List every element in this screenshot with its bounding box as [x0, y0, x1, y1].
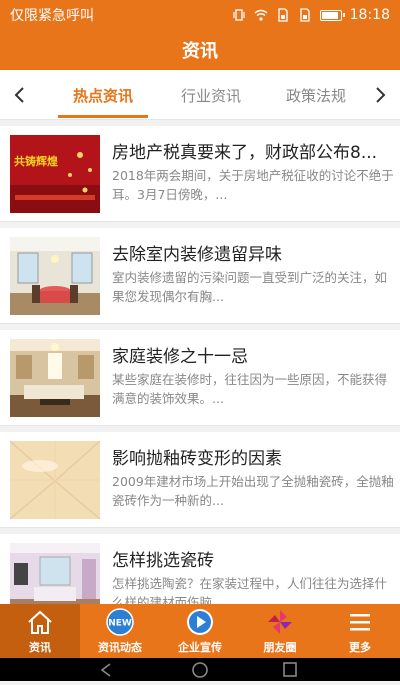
nav-moments[interactable]: 朋友圈 — [240, 604, 320, 658]
nav-news-updates[interactable]: NEW 资讯动态 — [80, 604, 160, 658]
new-badge-text: NEW — [108, 619, 132, 629]
news-thumbnail — [10, 339, 100, 417]
status-bar: 仅限紧急呼叫 18:18 — [0, 0, 400, 30]
battery-icon — [319, 9, 345, 21]
tab-scroll-right-button[interactable] — [360, 70, 400, 120]
news-summary: 某些家庭在装修时，往往因为一些原因，不能获得满意的装饰效果。... — [112, 372, 388, 406]
recents-icon[interactable] — [283, 662, 297, 677]
pinwheel-icon — [268, 610, 292, 634]
nav-label: 朋友圈 — [263, 641, 297, 654]
nav-more[interactable]: 更多 — [320, 604, 400, 658]
news-thumbnail: 共铸辉煌 — [10, 135, 100, 213]
news-title: 影响抛釉砖变形的因素 — [112, 449, 282, 469]
category-tabs: 热点资讯 行业资讯 政策法规 — [0, 70, 400, 120]
back-icon[interactable] — [100, 663, 111, 677]
news-title: 怎样挑选瓷砖 — [112, 551, 214, 571]
new-badge-icon: NEW — [106, 608, 134, 636]
system-nav-bar — [0, 658, 400, 681]
nav-label: 企业宣传 — [178, 641, 222, 654]
menu-icon — [350, 614, 370, 631]
vibrate-icon — [233, 9, 245, 21]
tab-policy[interactable]: 政策法规 — [274, 70, 358, 120]
nav-label: 资讯 — [29, 641, 51, 654]
nav-label: 更多 — [349, 641, 371, 654]
news-thumbnail — [10, 441, 100, 519]
news-summary: 2018年两会期间，关于房地产税征收的讨论不绝于耳。3月7日傍晚，... — [112, 168, 394, 202]
page-title: 资讯 — [182, 41, 218, 62]
news-summary: 怎样挑选陶瓷？在家装过程中，人们往往为选择什么样的建材而伤脑... — [112, 576, 388, 604]
nav-label: 资讯动态 — [98, 641, 142, 654]
news-item[interactable]: 怎样挑选瓷砖 怎样挑选陶瓷？在家装过程中，人们往往为选择什么样的建材而伤脑... — [0, 534, 400, 604]
thumbnail-caption: 共铸辉煌 — [14, 154, 58, 168]
home-icon — [28, 610, 52, 634]
tab-scroll-left-button[interactable] — [0, 70, 40, 120]
tab-hot-news[interactable]: 热点资讯 — [58, 70, 148, 120]
clock: 18:18 — [349, 7, 390, 23]
nav-company-promo[interactable]: 企业宣传 — [160, 604, 240, 658]
news-item[interactable]: 影响抛釉砖变形的因素 2009年建材市场上开始出现了全抛釉瓷砖，全抛釉瓷砖作为一… — [0, 432, 400, 528]
news-title: 家庭装修之十一忌 — [112, 347, 248, 367]
news-thumbnail — [10, 543, 100, 604]
news-thumbnail — [10, 237, 100, 315]
news-summary: 2009年建材市场上开始出现了全抛釉瓷砖，全抛釉瓷砖作为一种新的... — [112, 474, 394, 508]
sim-icon — [277, 8, 288, 22]
app-header: 资讯 — [0, 30, 400, 70]
wifi-icon — [254, 9, 268, 21]
carrier-text: 仅限紧急呼叫 — [10, 8, 94, 24]
home-button-icon[interactable] — [192, 662, 208, 678]
sim-icon — [299, 8, 310, 22]
news-title: 房地产税真要来了，财政部公布8... — [112, 143, 378, 163]
tab-industry-news[interactable]: 行业资讯 — [166, 70, 256, 120]
news-item[interactable]: 去除室内装修遗留异味 室内装修遗留的污染问题一直受到广泛的关注，如果您发现偶尔有… — [0, 228, 400, 324]
news-summary: 室内装修遗留的污染问题一直受到广泛的关注，如果您发现偶尔有胸... — [112, 270, 388, 304]
nav-news[interactable]: 资讯 — [0, 604, 80, 658]
chevron-left-icon — [14, 87, 24, 103]
news-item[interactable]: 共铸辉煌 房地产税真要来了，财政部公布8... 2018年两会期间，关于房地产税… — [0, 126, 400, 222]
news-list: 共铸辉煌 房地产税真要来了，财政部公布8... 2018年两会期间，关于房地产税… — [0, 120, 400, 604]
play-icon — [187, 609, 213, 635]
bottom-nav: 资讯 NEW 资讯动态 企业宣传 朋友圈 更多 — [0, 604, 400, 658]
news-item[interactable]: 家庭装修之十一忌 某些家庭在装修时，往往因为一些原因，不能获得满意的装饰效果。.… — [0, 330, 400, 426]
chevron-right-icon — [376, 87, 386, 103]
news-title: 去除室内装修遗留异味 — [112, 245, 282, 265]
